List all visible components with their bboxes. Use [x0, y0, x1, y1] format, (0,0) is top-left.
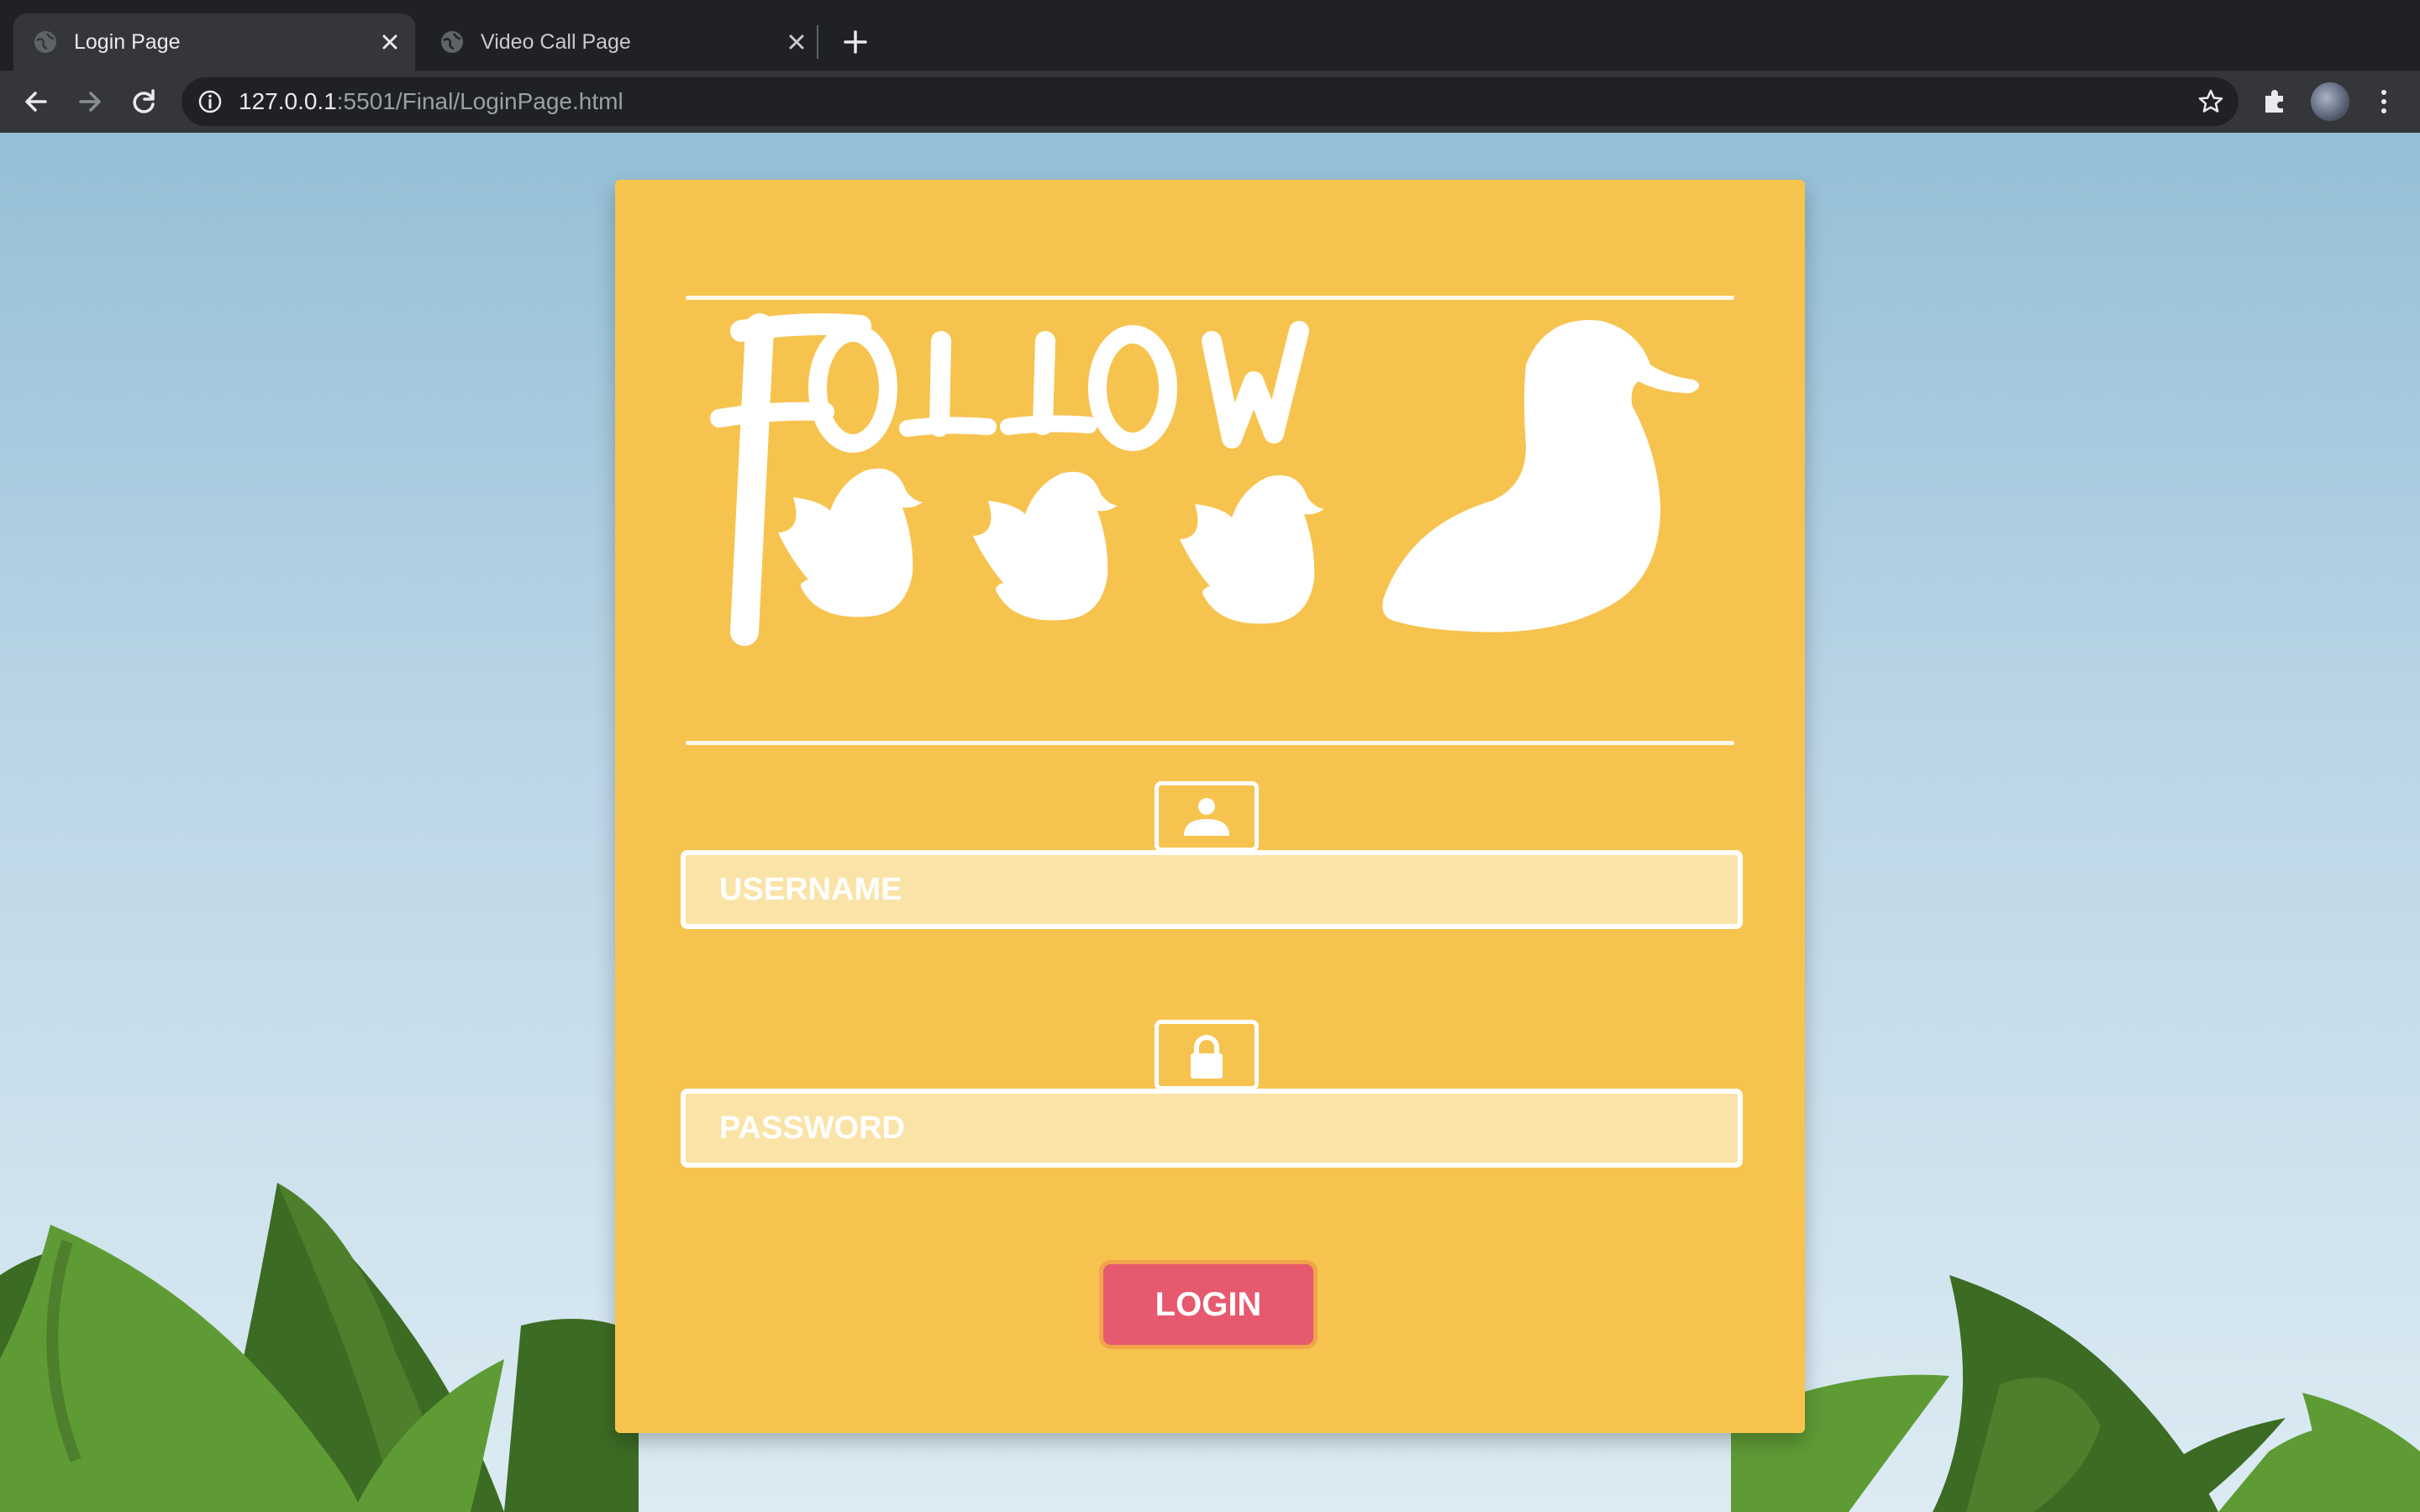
- lock-icon: [1155, 1020, 1259, 1090]
- follow-ducks-logo: [710, 313, 1700, 646]
- new-tab-plus-icon[interactable]: [839, 25, 872, 59]
- address-bar[interactable]: 127.0.0.1:5501/Final/LoginPage.html: [182, 77, 2238, 126]
- bottom-divider: [686, 741, 1734, 745]
- login-card: LOGIN: [615, 180, 1805, 1433]
- info-icon[interactable]: [197, 88, 224, 115]
- url-path: :5501/Final/LoginPage.html: [336, 88, 623, 114]
- forward-arrow-icon[interactable]: [71, 82, 109, 121]
- user-icon: [1155, 781, 1259, 852]
- login-button[interactable]: LOGIN: [1099, 1260, 1318, 1349]
- close-icon[interactable]: [376, 29, 403, 55]
- password-input[interactable]: [681, 1089, 1743, 1168]
- username-input[interactable]: [681, 850, 1743, 929]
- kebab-menu-icon[interactable]: [2365, 82, 2403, 121]
- bookmark-star-icon[interactable]: [2196, 87, 2225, 116]
- page-viewport: LOGIN: [0, 133, 2420, 1512]
- tab-login-page[interactable]: Login Page: [13, 13, 415, 71]
- globe-icon: [441, 31, 463, 53]
- back-arrow-icon[interactable]: [17, 82, 55, 121]
- tab-video-call-page[interactable]: Video Call Page: [420, 13, 822, 71]
- close-icon[interactable]: [783, 29, 810, 55]
- reload-icon[interactable]: [124, 82, 163, 121]
- url-text[interactable]: 127.0.0.1:5501/Final/LoginPage.html: [239, 86, 623, 118]
- url-host: 127.0.0.1: [239, 88, 337, 114]
- browser-tab-strip: Login Page Video Call Page: [0, 0, 2420, 71]
- globe-icon: [34, 31, 56, 53]
- extensions-puzzle-icon[interactable]: [2255, 82, 2294, 121]
- profile-avatar[interactable]: [2311, 82, 2349, 121]
- tab-title: Login Page: [74, 30, 181, 54]
- browser-toolbar: 127.0.0.1:5501/Final/LoginPage.html: [0, 71, 2420, 133]
- tab-separator: [817, 25, 818, 59]
- top-divider: [686, 296, 1734, 300]
- tab-title: Video Call Page: [481, 30, 631, 54]
